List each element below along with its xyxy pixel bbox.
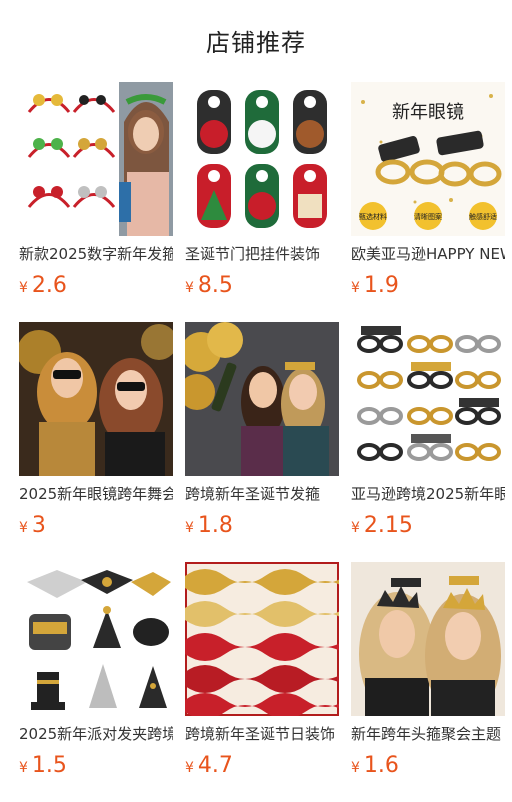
product-image[interactable] <box>351 322 505 476</box>
price-value: 1.6 <box>363 753 399 778</box>
product-image[interactable] <box>185 82 339 236</box>
badge-label: 甄选材料 <box>359 212 387 221</box>
product-price: ¥2.15 <box>351 512 505 542</box>
page-title: 店铺推荐 <box>206 28 306 57</box>
product-image[interactable] <box>185 562 339 716</box>
currency-symbol: ¥ <box>185 280 194 296</box>
product-card[interactable]: 新年跨年头箍聚会主题 ¥1.6 <box>351 562 505 802</box>
product-price: ¥2.6 <box>19 272 173 302</box>
product-card[interactable]: 2025新年派对发夹跨境 ¥1.5 <box>19 562 173 802</box>
price-value: 2.15 <box>363 513 413 538</box>
page-header: 店铺推荐 <box>0 0 512 80</box>
product-price: ¥1.9 <box>351 272 505 302</box>
price-value: 4.7 <box>197 753 233 778</box>
product-name[interactable]: 圣诞节门把挂件装饰 <box>185 244 339 264</box>
price-value: 8.5 <box>197 273 233 298</box>
currency-symbol: ¥ <box>351 280 360 296</box>
product-name[interactable]: 亚马逊跨境2025新年眼镜 <box>351 484 505 504</box>
price-value: 1.8 <box>197 513 233 538</box>
currency-symbol: ¥ <box>351 520 360 536</box>
product-card[interactable]: 跨境新年圣诞节日装饰 ¥4.7 <box>185 562 339 802</box>
price-value: 3 <box>31 513 46 538</box>
product-card[interactable]: 跨境新年圣诞节发箍 ¥1.8 <box>185 322 339 562</box>
badge-label: 清晰图案 <box>414 212 442 221</box>
product-image[interactable] <box>185 322 339 476</box>
currency-symbol: ¥ <box>185 520 194 536</box>
product-name[interactable]: 跨境新年圣诞节发箍 <box>185 484 339 504</box>
product-card[interactable]: 2025新年眼镜跨年舞会 ¥3 <box>19 322 173 562</box>
product-image[interactable] <box>19 82 173 236</box>
product-price: ¥1.5 <box>19 752 173 782</box>
product-image[interactable] <box>19 322 173 476</box>
product-card[interactable]: 新款2025数字新年发箍 ¥2.6 <box>19 82 173 322</box>
currency-symbol: ¥ <box>19 760 28 776</box>
product-card[interactable]: 亚马逊跨境2025新年眼镜 ¥2.15 <box>351 322 505 562</box>
badge-label: 触感舒适 <box>469 212 497 221</box>
ad-headline: 新年眼镜 <box>392 102 464 123</box>
product-price: ¥8.5 <box>185 272 339 302</box>
product-image[interactable] <box>351 562 505 716</box>
product-name[interactable]: 新款2025数字新年发箍 <box>19 244 173 264</box>
product-image[interactable] <box>19 562 173 716</box>
currency-symbol: ¥ <box>351 760 360 776</box>
price-value: 2.6 <box>31 273 67 298</box>
product-card[interactable]: 圣诞节门把挂件装饰 ¥8.5 <box>185 82 339 322</box>
currency-symbol: ¥ <box>19 520 28 536</box>
price-value: 1.5 <box>31 753 67 778</box>
product-grid: 新款2025数字新年发箍 ¥2.6 圣诞节门把挂件装饰 ¥ 8.5 新年眼镜 甄… <box>0 80 512 802</box>
currency-symbol: ¥ <box>185 760 194 776</box>
product-name[interactable]: 2025新年派对发夹跨境 <box>19 724 173 744</box>
product-card[interactable]: 新年眼镜 甄选材料 清晰图案 触感舒适 欧美亚马逊HAPPY NE ¥ 1.9 <box>351 82 505 322</box>
product-name[interactable]: 2025新年眼镜跨年舞会 <box>19 484 173 504</box>
product-price: ¥1.6 <box>351 752 505 782</box>
feature-badges: 甄选材料 清晰图案 触感舒适 <box>359 202 497 230</box>
product-price: ¥3 <box>19 512 173 542</box>
product-name[interactable]: 欧美亚马逊HAPPY NEW YEAR <box>351 244 505 264</box>
product-price: ¥4.7 <box>185 752 339 782</box>
product-name[interactable]: 新年跨年头箍聚会主题 <box>351 724 505 744</box>
product-image[interactable]: 新年眼镜 甄选材料 清晰图案 触感舒适 <box>351 82 505 236</box>
product-price: ¥1.8 <box>185 512 339 542</box>
product-name[interactable]: 跨境新年圣诞节日装饰 <box>185 724 339 744</box>
price-value: 1.9 <box>363 273 399 298</box>
currency-symbol: ¥ <box>19 280 28 296</box>
